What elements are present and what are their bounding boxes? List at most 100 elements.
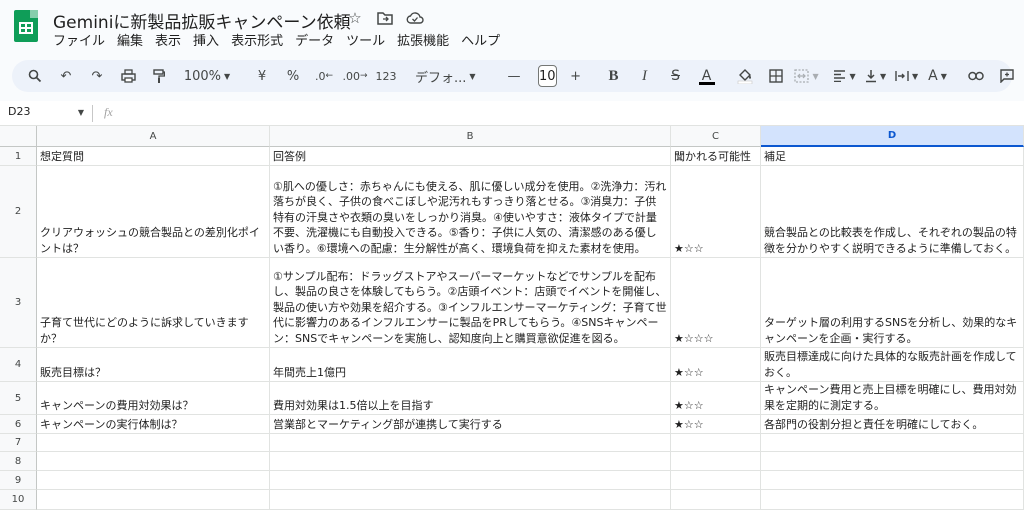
grid-cell[interactable]: キャンペーン費用と売上目標を明確にし、費用対効果を定期的に測定する。 bbox=[761, 382, 1024, 415]
column-header-c[interactable]: C bbox=[671, 126, 761, 147]
grid-cell[interactable]: クリアウォッシュの競合製品との差別化ポイントは？ bbox=[37, 166, 270, 258]
undo-icon[interactable]: ↶ bbox=[53, 64, 79, 88]
grid-cell[interactable]: キャンペーンの費用対効果は？ bbox=[37, 382, 270, 415]
star-icon[interactable]: ☆ bbox=[346, 9, 364, 27]
row-header[interactable]: 6 bbox=[0, 415, 37, 434]
decrease-font-size-button[interactable]: — bbox=[501, 64, 527, 88]
grid-cell[interactable]: ★☆☆ bbox=[671, 348, 761, 382]
row-header[interactable]: 3 bbox=[0, 258, 37, 348]
italic-button[interactable]: I bbox=[632, 64, 658, 88]
text-rotation-button[interactable]: A ▼ bbox=[925, 64, 951, 88]
grid-cell[interactable]: 聞かれる可能性 bbox=[671, 147, 761, 166]
menu-help[interactable]: ヘルプ bbox=[456, 33, 507, 51]
row-header[interactable]: 7 bbox=[0, 434, 37, 452]
grid-cell[interactable]: 販売目標は？ bbox=[37, 348, 270, 382]
grid-cell[interactable]: ①サンプル配布：ドラッグストアやスーパーマーケットなどでサンプルを配布し、製品の… bbox=[270, 258, 671, 348]
grid-cell[interactable]: 競合製品との比較表を作成し、それぞれの製品の特徴を分かりやすく説明できるように準… bbox=[761, 166, 1024, 258]
menu-edit[interactable]: 編集 bbox=[112, 33, 150, 51]
grid-cell[interactable] bbox=[270, 434, 671, 452]
grid-cell[interactable]: 子育て世代にどのように訴求していきますか？ bbox=[37, 258, 270, 348]
fill-color-icon[interactable] bbox=[732, 64, 758, 88]
grid-cell[interactable] bbox=[270, 471, 671, 490]
grid-cell[interactable] bbox=[761, 452, 1024, 471]
grid-cell[interactable]: ★☆☆☆ bbox=[671, 258, 761, 348]
grid-cell[interactable]: ★☆☆ bbox=[671, 415, 761, 434]
menu-extensions[interactable]: 拡張機能 bbox=[392, 33, 456, 51]
insert-comment-icon[interactable] bbox=[994, 64, 1020, 88]
row-header[interactable]: 2 bbox=[0, 166, 37, 258]
grid-cell[interactable] bbox=[761, 434, 1024, 452]
grid-cell[interactable] bbox=[270, 452, 671, 471]
column-header-a[interactable]: A bbox=[37, 126, 270, 147]
paint-format-icon[interactable] bbox=[146, 64, 172, 88]
grid-cell[interactable]: 想定質問 bbox=[37, 147, 270, 166]
strikethrough-button[interactable]: S bbox=[663, 64, 689, 88]
increase-decimal-button[interactable]: .00 → bbox=[342, 64, 368, 88]
horizontal-align-icon[interactable]: ▼ bbox=[832, 64, 858, 88]
sheets-logo-icon[interactable] bbox=[14, 10, 38, 42]
percent-format-button[interactable]: % bbox=[280, 64, 306, 88]
increase-font-size-button[interactable]: + bbox=[563, 64, 589, 88]
grid-cell[interactable] bbox=[37, 471, 270, 490]
search-menus-icon[interactable] bbox=[22, 64, 48, 88]
currency-format-button[interactable]: ¥ bbox=[249, 64, 275, 88]
move-folder-icon[interactable] bbox=[376, 9, 394, 27]
grid-cell[interactable] bbox=[761, 471, 1024, 490]
grid-cell[interactable]: 回答例 bbox=[270, 147, 671, 166]
row-header[interactable]: 8 bbox=[0, 452, 37, 471]
name-box[interactable]: D23 ▼ bbox=[8, 105, 84, 122]
row-header[interactable]: 5 bbox=[0, 382, 37, 415]
cloud-saved-icon[interactable] bbox=[406, 9, 424, 27]
text-wrap-icon[interactable]: ▼ bbox=[894, 64, 920, 88]
text-color-button[interactable]: A bbox=[694, 64, 720, 88]
decrease-decimal-button[interactable]: .0 ← bbox=[311, 64, 337, 88]
grid-cell[interactable] bbox=[671, 452, 761, 471]
grid-cell[interactable] bbox=[671, 490, 761, 510]
grid-cell[interactable]: キャンペーンの実行体制は？ bbox=[37, 415, 270, 434]
grid-cell[interactable]: ★☆☆ bbox=[671, 166, 761, 258]
bold-button[interactable]: B bbox=[601, 64, 627, 88]
grid-cell[interactable]: 費用対効果は1.5倍以上を目指す bbox=[270, 382, 671, 415]
grid-cell[interactable]: ターゲット層の利用するSNSを分析し、効果的なキャンペーンを企画・実行する。 bbox=[761, 258, 1024, 348]
grid-cell[interactable]: 補足 bbox=[761, 147, 1024, 166]
print-icon[interactable] bbox=[115, 64, 141, 88]
grid-cell[interactable]: 年間売上1億円 bbox=[270, 348, 671, 382]
grid-cell[interactable]: 各部門の役割分担と責任を明確にしておく。 bbox=[761, 415, 1024, 434]
document-title[interactable]: Geminiに新製品拡販キャンペーン依頼 bbox=[53, 8, 351, 33]
grid-cell[interactable]: ★☆☆ bbox=[671, 382, 761, 415]
grid-cell[interactable]: 営業部とマーケティング部が連携して実行する bbox=[270, 415, 671, 434]
menu-data[interactable]: データ bbox=[290, 33, 341, 51]
vertical-align-icon[interactable]: ▼ bbox=[863, 64, 889, 88]
row-header[interactable]: 10 bbox=[0, 490, 37, 510]
grid-cell[interactable] bbox=[671, 471, 761, 490]
row-header[interactable]: 9 bbox=[0, 471, 37, 490]
font-size-input[interactable]: 10 bbox=[538, 65, 557, 87]
grid-cell[interactable] bbox=[671, 434, 761, 452]
formula-input[interactable] bbox=[130, 105, 1010, 122]
grid-cell[interactable] bbox=[761, 490, 1024, 510]
row-header[interactable]: 1 bbox=[0, 147, 37, 166]
spreadsheet-grid[interactable]: A B C D 1 想定質問 回答例 聞かれる可能性 補足 2 クリアウォッシュ… bbox=[0, 126, 1024, 510]
font-select[interactable]: デフォ... ▼ bbox=[411, 64, 489, 88]
row-header[interactable]: 4 bbox=[0, 348, 37, 382]
grid-cell[interactable] bbox=[37, 434, 270, 452]
menu-format[interactable]: 表示形式 bbox=[226, 33, 290, 51]
column-header-b[interactable]: B bbox=[270, 126, 671, 147]
redo-icon[interactable]: ↷ bbox=[84, 64, 110, 88]
cell-text: ★☆☆ bbox=[674, 417, 704, 431]
borders-icon[interactable] bbox=[763, 64, 789, 88]
grid-cell[interactable]: 販売目標達成に向けた具体的な販売計画を作成しておく。 bbox=[761, 348, 1024, 382]
number-format-button[interactable]: 123 bbox=[373, 64, 399, 88]
menu-file[interactable]: ファイル bbox=[48, 33, 112, 51]
select-all-corner[interactable] bbox=[0, 126, 37, 147]
column-header-d[interactable]: D bbox=[761, 126, 1024, 147]
menu-tools[interactable]: ツール bbox=[341, 33, 392, 51]
insert-link-icon[interactable] bbox=[963, 64, 989, 88]
menu-insert[interactable]: 挿入 bbox=[188, 33, 226, 51]
grid-cell[interactable]: ①肌への優しさ：赤ちゃんにも使える、肌に優しい成分を使用。②洗浄力：汚れ落ちが良… bbox=[270, 166, 671, 258]
grid-cell[interactable] bbox=[37, 452, 270, 471]
grid-cell[interactable] bbox=[37, 490, 270, 510]
grid-cell[interactable] bbox=[270, 490, 671, 510]
menu-view[interactable]: 表示 bbox=[150, 33, 188, 51]
zoom-select[interactable]: 100% ▼ bbox=[177, 64, 237, 88]
